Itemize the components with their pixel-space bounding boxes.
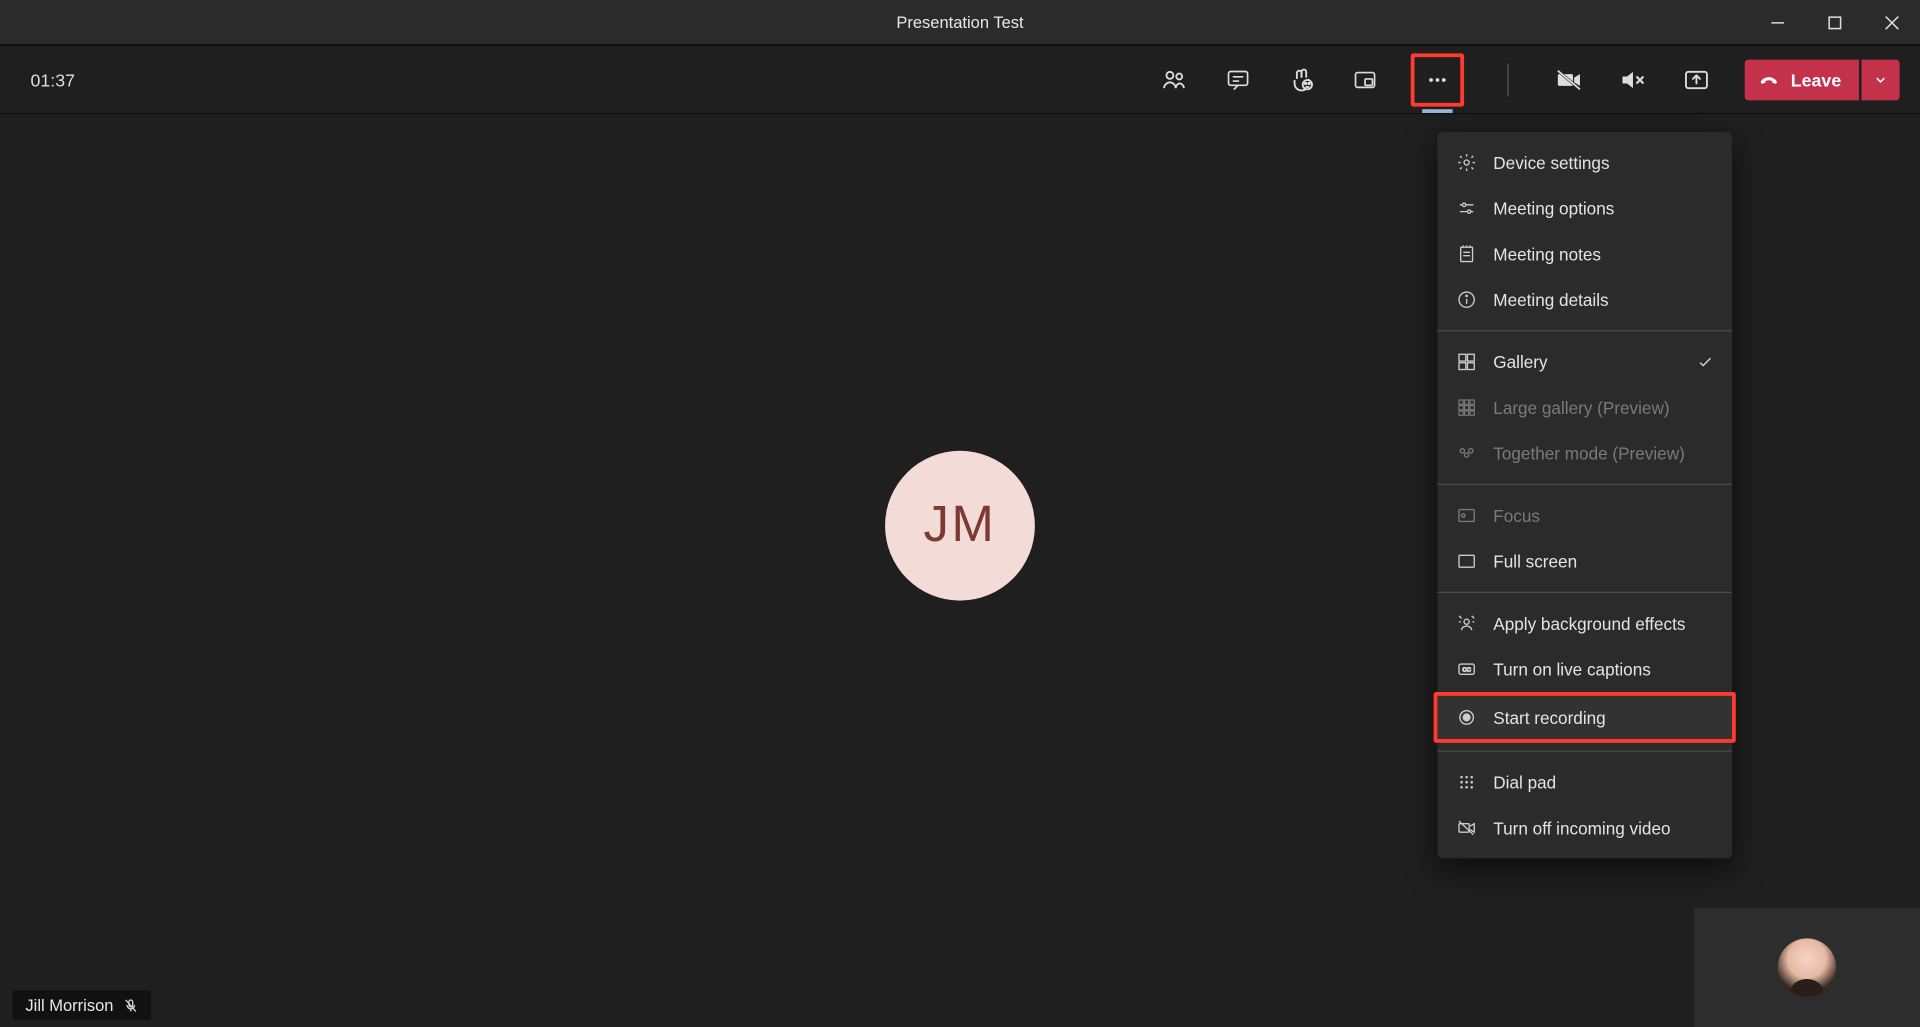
menu-meeting-options[interactable]: Meeting options [1437,185,1732,231]
title-bar: Presentation Test [0,0,1920,46]
menu-turn-off-incoming-video[interactable]: Turn off incoming video [1437,805,1732,851]
dialpad-icon [1455,771,1478,794]
more-actions-menu: Device settings Meeting options Meeting … [1437,132,1732,858]
incoming-video-off-icon [1455,816,1478,839]
people-icon[interactable] [1157,62,1193,98]
call-timer: 01:37 [20,69,75,89]
leave-button[interactable]: Leave [1745,59,1859,100]
more-actions-button[interactable] [1411,53,1464,106]
menu-live-captions[interactable]: CC Turn on live captions [1437,646,1732,692]
leave-button-group: Leave [1745,59,1900,100]
menu-full-screen[interactable]: Full screen [1437,538,1732,584]
camera-off-icon[interactable] [1552,62,1588,98]
sliders-icon [1455,197,1478,220]
menu-start-recording[interactable]: Start recording [1434,692,1736,743]
mic-muted-icon [124,997,139,1012]
window-controls [1749,0,1920,46]
info-icon [1455,288,1478,311]
toolbar-icons [1157,53,1714,106]
menu-divider [1437,484,1732,485]
chat-icon[interactable] [1221,62,1257,98]
leave-dropdown-button[interactable] [1862,59,1900,100]
record-icon [1455,706,1478,729]
speaker-muted-icon[interactable] [1616,62,1652,98]
notes-icon [1455,243,1478,266]
together-icon [1455,442,1478,465]
reactions-icon[interactable] [1284,62,1320,98]
window-title: Presentation Test [896,13,1023,32]
cc-icon: CC [1455,658,1478,681]
menu-meeting-details[interactable]: Meeting details [1437,277,1732,323]
gear-icon [1455,151,1478,174]
hangup-icon [1758,68,1781,91]
menu-meeting-notes[interactable]: Meeting notes [1437,231,1732,277]
gallery-icon [1455,350,1478,373]
menu-divider [1437,330,1732,331]
avatar-initials: JM [924,497,997,554]
self-preview[interactable] [1694,908,1920,1027]
menu-large-gallery: Large gallery (Preview) [1437,385,1732,431]
participant-avatar: JM [885,450,1035,600]
large-gallery-icon [1455,396,1478,419]
participant-name-tag: Jill Morrison [13,990,152,1019]
menu-dial-pad[interactable]: Dial pad [1437,759,1732,805]
divider [1508,63,1509,96]
menu-together-mode: Together mode (Preview) [1437,430,1732,476]
participant-name: Jill Morrison [25,996,113,1015]
menu-device-settings[interactable]: Device settings [1437,140,1732,186]
fullscreen-icon [1455,550,1478,573]
focus-icon [1455,504,1478,527]
maximize-button[interactable] [1806,0,1863,46]
minimize-button[interactable] [1749,0,1806,46]
share-screen-icon[interactable] [1679,62,1715,98]
menu-divider [1437,592,1732,593]
menu-background-effects[interactable]: Apply background effects [1437,601,1732,647]
menu-divider [1437,750,1732,751]
check-icon [1696,353,1714,371]
meeting-toolbar: 01:37 [0,46,1920,115]
svg-text:CC: CC [1462,668,1471,674]
leave-label: Leave [1791,69,1841,89]
background-effects-icon [1455,612,1478,635]
self-preview-avatar [1778,938,1836,996]
active-indicator [1423,109,1453,113]
close-button[interactable] [1863,0,1920,46]
meeting-stage: JM Device settings Meeting options Meeti… [0,114,1920,1027]
menu-focus: Focus [1437,493,1732,539]
menu-gallery[interactable]: Gallery [1437,339,1732,385]
rooms-icon[interactable] [1348,62,1384,98]
